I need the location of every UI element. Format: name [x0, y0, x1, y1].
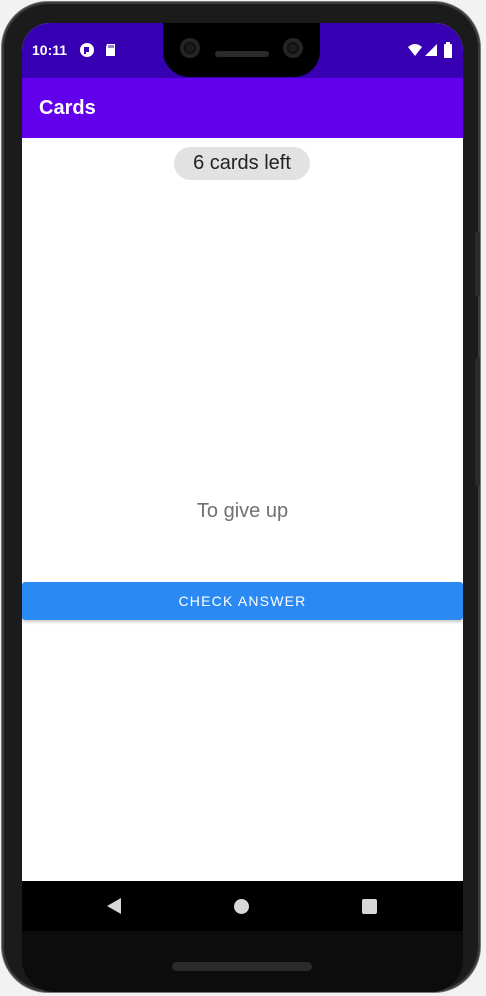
app-title: Cards	[39, 97, 96, 119]
cellular-signal-icon	[425, 44, 437, 56]
status-time: 10:11	[32, 42, 68, 58]
navigation-bar	[22, 881, 463, 931]
camera-notch	[163, 23, 320, 77]
volume-buttons	[475, 358, 480, 486]
app-notification-icon	[80, 43, 94, 57]
power-button	[475, 232, 480, 296]
back-icon[interactable]	[107, 898, 121, 914]
phone-chin	[22, 931, 463, 992]
app-bar: Cards	[22, 78, 463, 138]
cards-left-badge: 6 cards left	[174, 147, 310, 180]
bottom-speaker	[172, 962, 312, 971]
phone-frame: 10:11 Cards 6 cards left To give up CHEC…	[2, 2, 480, 992]
front-camera-right-icon	[283, 38, 303, 58]
earpiece-speaker	[215, 51, 269, 57]
front-camera-left-icon	[180, 38, 200, 58]
recents-icon[interactable]	[362, 899, 377, 914]
wifi-icon	[408, 44, 422, 56]
card-prompt-text: To give up	[196, 500, 289, 522]
sd-card-icon	[106, 44, 115, 56]
home-icon[interactable]	[234, 899, 249, 914]
battery-icon	[444, 42, 452, 58]
status-bar: 10:11	[22, 23, 463, 78]
card-content: 6 cards left To give up CHECK ANSWER	[22, 138, 463, 931]
device-screen: 10:11 Cards 6 cards left To give up CHEC…	[22, 23, 463, 931]
check-answer-button[interactable]: CHECK ANSWER	[22, 582, 463, 620]
